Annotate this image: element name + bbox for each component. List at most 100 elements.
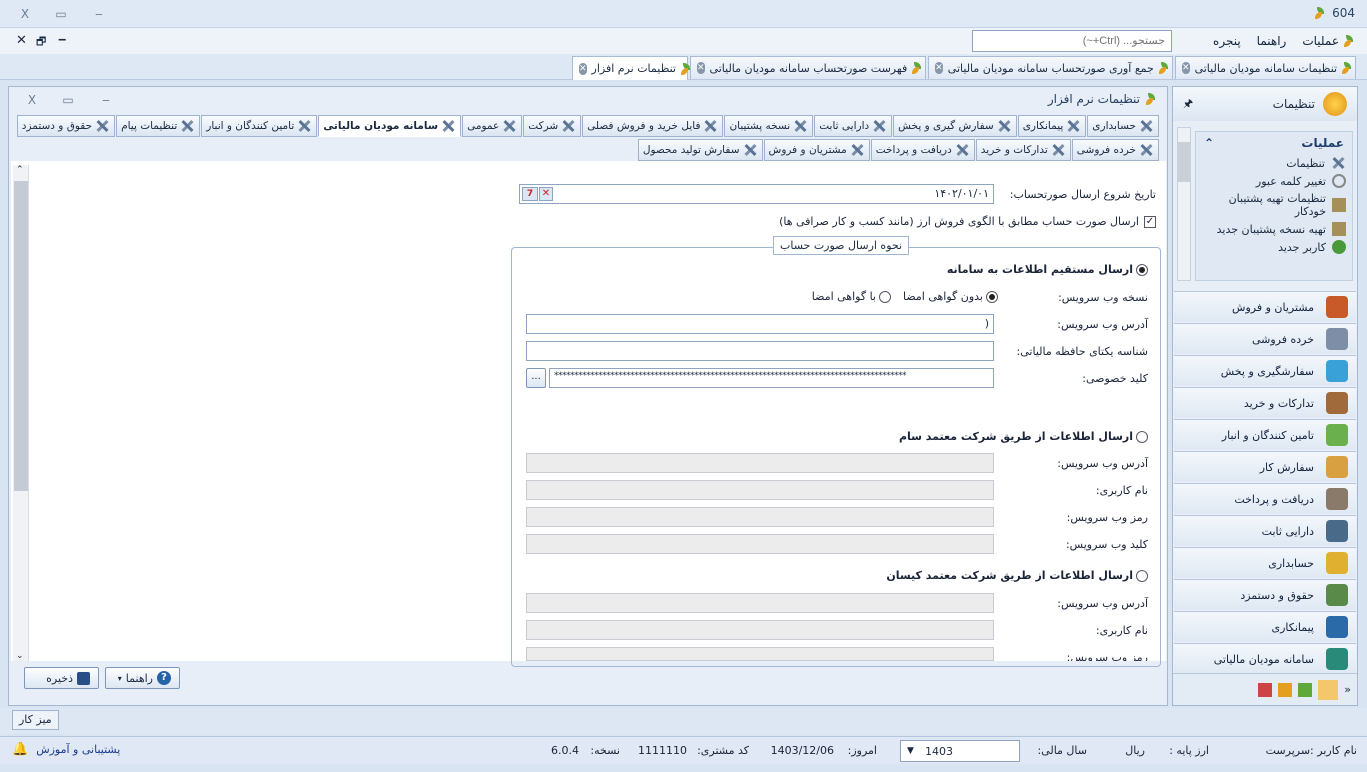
direct-send-radio[interactable]: ارسال مستقیم اطلاعات به سامانه [947,263,1148,276]
kisan-pass-input[interactable] [526,647,994,661]
nav-module-10[interactable]: حقوق و دستمزد [1174,579,1356,610]
op-new-backup[interactable]: تهیه نسخه پشتیبان جدید [1202,222,1346,236]
nav-module-8[interactable]: دارایی ثابت [1174,515,1356,546]
tab-company[interactable]: شرکت [523,115,582,137]
inner-restore-button[interactable]: ▭ [57,91,79,109]
tab-customers-sales[interactable]: مشتریان و فروش [763,139,870,161]
vertical-scrollbar[interactable]: ⌃ ⌄ [13,165,29,661]
tab-message-settings[interactable]: تنظیمات پیام [116,115,201,137]
nav-module-3[interactable]: سفارشگیری و پخش [1174,355,1356,386]
mdi-restore-button[interactable]: 🗗 [36,33,46,52]
nav-module-7[interactable]: دریافت و پرداخت [1174,483,1356,514]
radio-selected[interactable] [1136,263,1148,276]
op-new-user[interactable]: کاربر جدید [1202,240,1346,254]
currency-pattern-checkbox-row[interactable]: ✓ ارسال صورت حساب مطابق با الگوی فروش ار… [779,215,1156,228]
close-tab-icon[interactable]: ✕ [578,62,587,75]
close-tab-icon[interactable]: ✕ [697,62,705,74]
nav-module-6[interactable]: سفارش کار [1174,451,1356,482]
mdi-close-button[interactable]: ✕ [16,33,27,48]
tab-procurement[interactable]: تدارکات و خرید [975,139,1071,161]
search-input[interactable] [972,30,1172,52]
tab-moadian-system[interactable]: سامانه مودیان مالیاتی [318,115,462,137]
save-button[interactable]: ذخیره [24,667,99,689]
nav-module-2[interactable]: خرده فروشی [1174,323,1356,354]
nav-module-5[interactable]: تامین کنندگان و انبار [1174,419,1356,450]
op-auto-backup[interactable]: تنظیمات تهیه پشتیبان خودکار [1202,192,1346,218]
fiscal-year-select[interactable]: ▼ 1403 [900,740,1020,762]
radio-selected[interactable] [986,290,998,303]
doc-tab-moadian-settings[interactable]: تنظیمات سامانه مودیان مالیاتی ✕ [1175,56,1356,79]
nav-module-4[interactable]: تدارکات و خرید [1174,387,1356,418]
scroll-up-icon[interactable]: ⌃ [16,165,24,175]
sam-address-input[interactable] [526,453,994,473]
kisan-send-radio[interactable]: ارسال اطلاعات از طریق شرکت معتمد کیسان [886,569,1148,582]
close-button[interactable]: X [14,5,36,23]
module-icon[interactable] [1258,682,1273,697]
module-icon[interactable] [1298,682,1313,697]
tab-receive-pay[interactable]: دریافت و پرداخت [870,139,975,161]
desktop-tab[interactable]: میز کار [12,710,59,730]
doc-tab-software-settings[interactable]: تنظیمات نرم افزار ✕ [572,56,690,80]
sam-send-radio[interactable]: ارسال اطلاعات از طریق شرکت معتمد سام [899,430,1148,443]
close-tab-icon[interactable]: ✕ [935,62,943,74]
tab-production-order[interactable]: سفارش تولید محصول [637,139,763,161]
calendar-icon[interactable]: 7 [522,187,538,201]
op-settings[interactable]: تنظیمات [1202,156,1346,170]
pin-icon[interactable]: 🖈 [1183,95,1193,114]
nav-module-1[interactable]: مشتریان و فروش [1174,291,1356,322]
chevron-double-icon[interactable]: » [1344,683,1351,696]
no-cert-radio[interactable]: بدون گواهی امضا [903,290,998,303]
module-icon[interactable] [1278,682,1293,697]
inner-minimize-button[interactable]: ‒ [95,91,117,109]
restore-button[interactable]: ▭ [50,5,72,23]
menu-window[interactable]: پنجره [1213,34,1241,48]
scrollbar-thumb[interactable] [1178,142,1190,182]
op-change-password[interactable]: تغییر کلمه عبور [1202,174,1346,188]
tab-general[interactable]: عمومی [462,115,523,137]
nav-module-9[interactable]: حسابداری [1174,547,1356,578]
checkbox-checked[interactable]: ✓ [1144,215,1156,228]
side-scrollbar[interactable] [1177,127,1191,281]
clear-date-icon[interactable]: ✕ [539,187,553,201]
scrollbar-thumb[interactable] [14,181,28,491]
leaf-icon [1146,93,1157,105]
ws-address-input[interactable]: ( [526,314,994,334]
kisan-address-input[interactable] [526,593,994,613]
with-cert-radio[interactable]: با گواهی امضا [812,290,891,303]
nav-module-12[interactable]: سامانه مودیان مالیاتی [1174,643,1356,674]
tab-fixed-assets[interactable]: دارایی ثابت [814,115,893,137]
gear-settings-icon[interactable] [1318,679,1339,700]
browse-key-button[interactable]: ... [526,368,546,388]
help-button[interactable]: ? راهنما ▾ [105,667,180,689]
close-tab-icon[interactable]: ✕ [1182,62,1190,74]
doc-tab-invoice-list[interactable]: فهرست صورتحساب سامانه مودیان مالیاتی ✕ [690,56,926,79]
kisan-user-input[interactable] [526,620,994,640]
doc-tab-collect-invoices[interactable]: جمع آوری صورتحساب سامانه مودیان مالیاتی ✕ [928,56,1173,79]
radio-unselected[interactable] [879,290,891,303]
inner-close-button[interactable]: X [21,91,43,109]
menu-operations[interactable]: عملیات [1302,34,1355,48]
menu-help[interactable]: راهنما [1257,34,1287,48]
tab-accounting[interactable]: حسابداری [1087,115,1159,137]
minimize-button[interactable]: ‒ [88,5,110,23]
radio-unselected[interactable] [1136,569,1148,582]
radio-unselected[interactable] [1136,430,1148,443]
tab-retail[interactable]: خرده فروشی [1071,139,1159,161]
mdi-minimize-button[interactable]: ‒ [58,32,66,46]
sam-pass-input[interactable] [526,507,994,527]
tab-payroll[interactable]: حقوق و دستمزد [16,115,116,137]
private-key-input[interactable]: ****************************************… [549,368,994,388]
nav-module-11[interactable]: پیمانکاری [1174,611,1356,642]
sam-key-input[interactable] [526,534,994,554]
sam-user-input[interactable] [526,480,994,500]
start-date-input[interactable]: ۱۴۰۲/۰۱/۰۱ [519,184,994,204]
support-link[interactable]: 🔔 پشتیبانی و آموزش [12,742,120,757]
memory-id-input[interactable] [526,341,994,361]
tab-contracting[interactable]: پیمانکاری [1017,115,1087,137]
tab-seasonal-file[interactable]: فایل خرید و فروش فصلی [582,115,724,137]
collapse-icon[interactable]: ⌃ [1204,136,1214,150]
tab-backup[interactable]: نسخه پشتیبان [724,115,814,137]
tab-ordering-distribution[interactable]: سفارش گیری و پخش [893,115,1017,137]
scroll-down-icon[interactable]: ⌄ [16,651,24,661]
tab-suppliers-warehouse[interactable]: تامین کنندگان و انبار [201,115,318,137]
